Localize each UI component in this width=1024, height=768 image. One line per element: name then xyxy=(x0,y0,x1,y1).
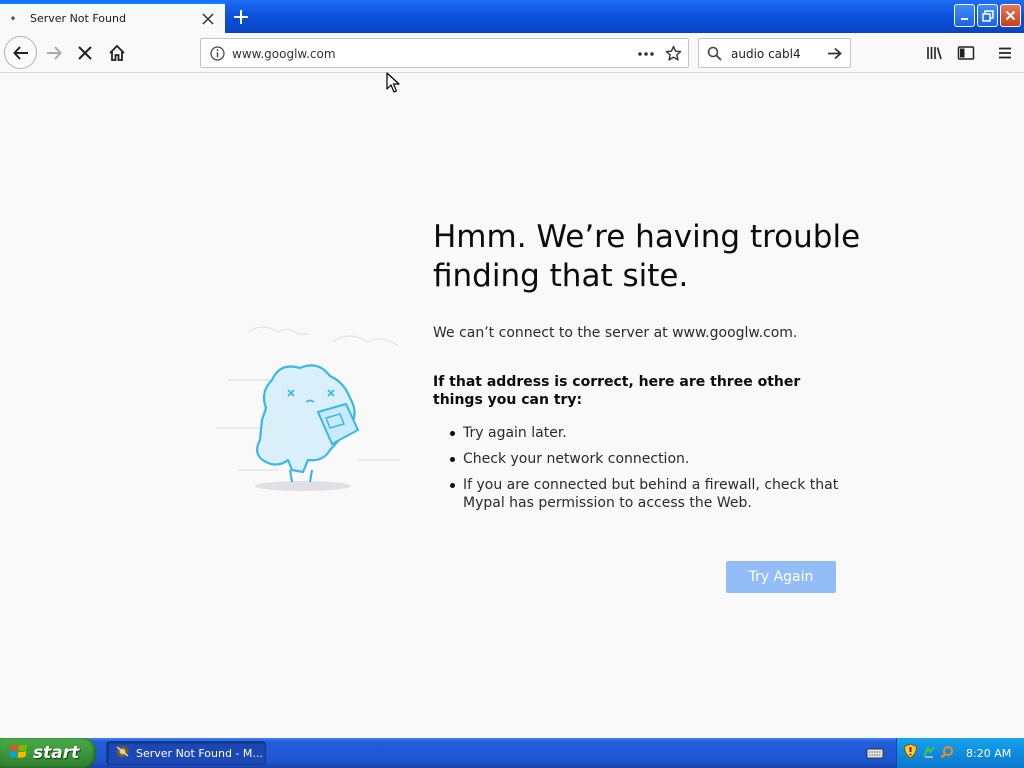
navigation-bar: www.googlw.com audio cabl4 xyxy=(0,33,1024,73)
security-shield-icon[interactable] xyxy=(903,743,918,763)
error-title: Hmm. We’re having trouble finding that s… xyxy=(433,219,861,294)
library-icon[interactable] xyxy=(919,38,949,68)
start-button[interactable]: start xyxy=(0,738,96,768)
search-bar[interactable]: audio cabl4 xyxy=(698,38,851,68)
menu-icon[interactable] xyxy=(990,38,1020,68)
suggestion-item: Check your network connection. xyxy=(449,450,839,468)
taskbar-item-browser[interactable]: Server Not Found - M... xyxy=(106,741,266,765)
bookmark-star-icon[interactable] xyxy=(665,45,682,66)
system-tray: 8:20 AM xyxy=(896,738,1024,768)
suggestions-heading: If that address is correct, here are thr… xyxy=(433,374,801,408)
back-button[interactable] xyxy=(4,36,37,69)
home-button[interactable] xyxy=(102,38,132,68)
windows-logo-icon xyxy=(10,743,28,764)
new-tab-icon[interactable] xyxy=(228,4,254,30)
restore-button[interactable] xyxy=(977,4,998,27)
stop-button[interactable] xyxy=(70,38,100,68)
magnifier-icon[interactable] xyxy=(940,744,954,763)
taskbar-item-label: Server Not Found - M... xyxy=(136,746,263,760)
page-actions-icon[interactable] xyxy=(637,46,655,65)
suggestions-list: Try again later. Check your network conn… xyxy=(449,424,839,520)
close-window-button[interactable] xyxy=(1000,4,1021,27)
network-icon[interactable] xyxy=(922,744,936,763)
error-illustration xyxy=(208,320,408,500)
info-icon[interactable] xyxy=(210,46,225,65)
sidebar-icon[interactable] xyxy=(951,38,981,68)
tab-title: Server Not Found xyxy=(30,12,126,25)
forward-button[interactable] xyxy=(39,38,69,68)
minimize-button[interactable] xyxy=(954,4,975,27)
url-bar[interactable]: www.googlw.com xyxy=(200,38,689,68)
keyboard-icon[interactable] xyxy=(866,745,884,764)
close-tab-icon[interactable] xyxy=(195,6,221,32)
browser-app-icon xyxy=(115,744,130,763)
search-go-icon[interactable] xyxy=(826,45,843,66)
mouse-cursor-icon xyxy=(386,72,400,98)
clock: 8:20 AM xyxy=(966,746,1012,760)
start-label: start xyxy=(33,743,80,763)
url-input[interactable]: www.googlw.com xyxy=(232,47,336,61)
tab-strip: • Server Not Found xyxy=(0,0,1024,33)
search-icon xyxy=(707,46,722,65)
suggestion-item: If you are connected but behind a firewa… xyxy=(449,476,839,512)
search-input[interactable]: audio cabl4 xyxy=(731,47,801,61)
suggestion-item: Try again later. xyxy=(449,424,839,442)
tab-server-not-found[interactable]: • Server Not Found xyxy=(0,2,225,33)
taskbar: start Server Not Found - M... 8:20 AM xyxy=(0,738,1024,768)
try-again-button[interactable]: Try Again xyxy=(726,561,836,593)
error-description: We can’t connect to the server at www.go… xyxy=(433,325,798,341)
tab-loading-icon: • xyxy=(9,11,17,26)
